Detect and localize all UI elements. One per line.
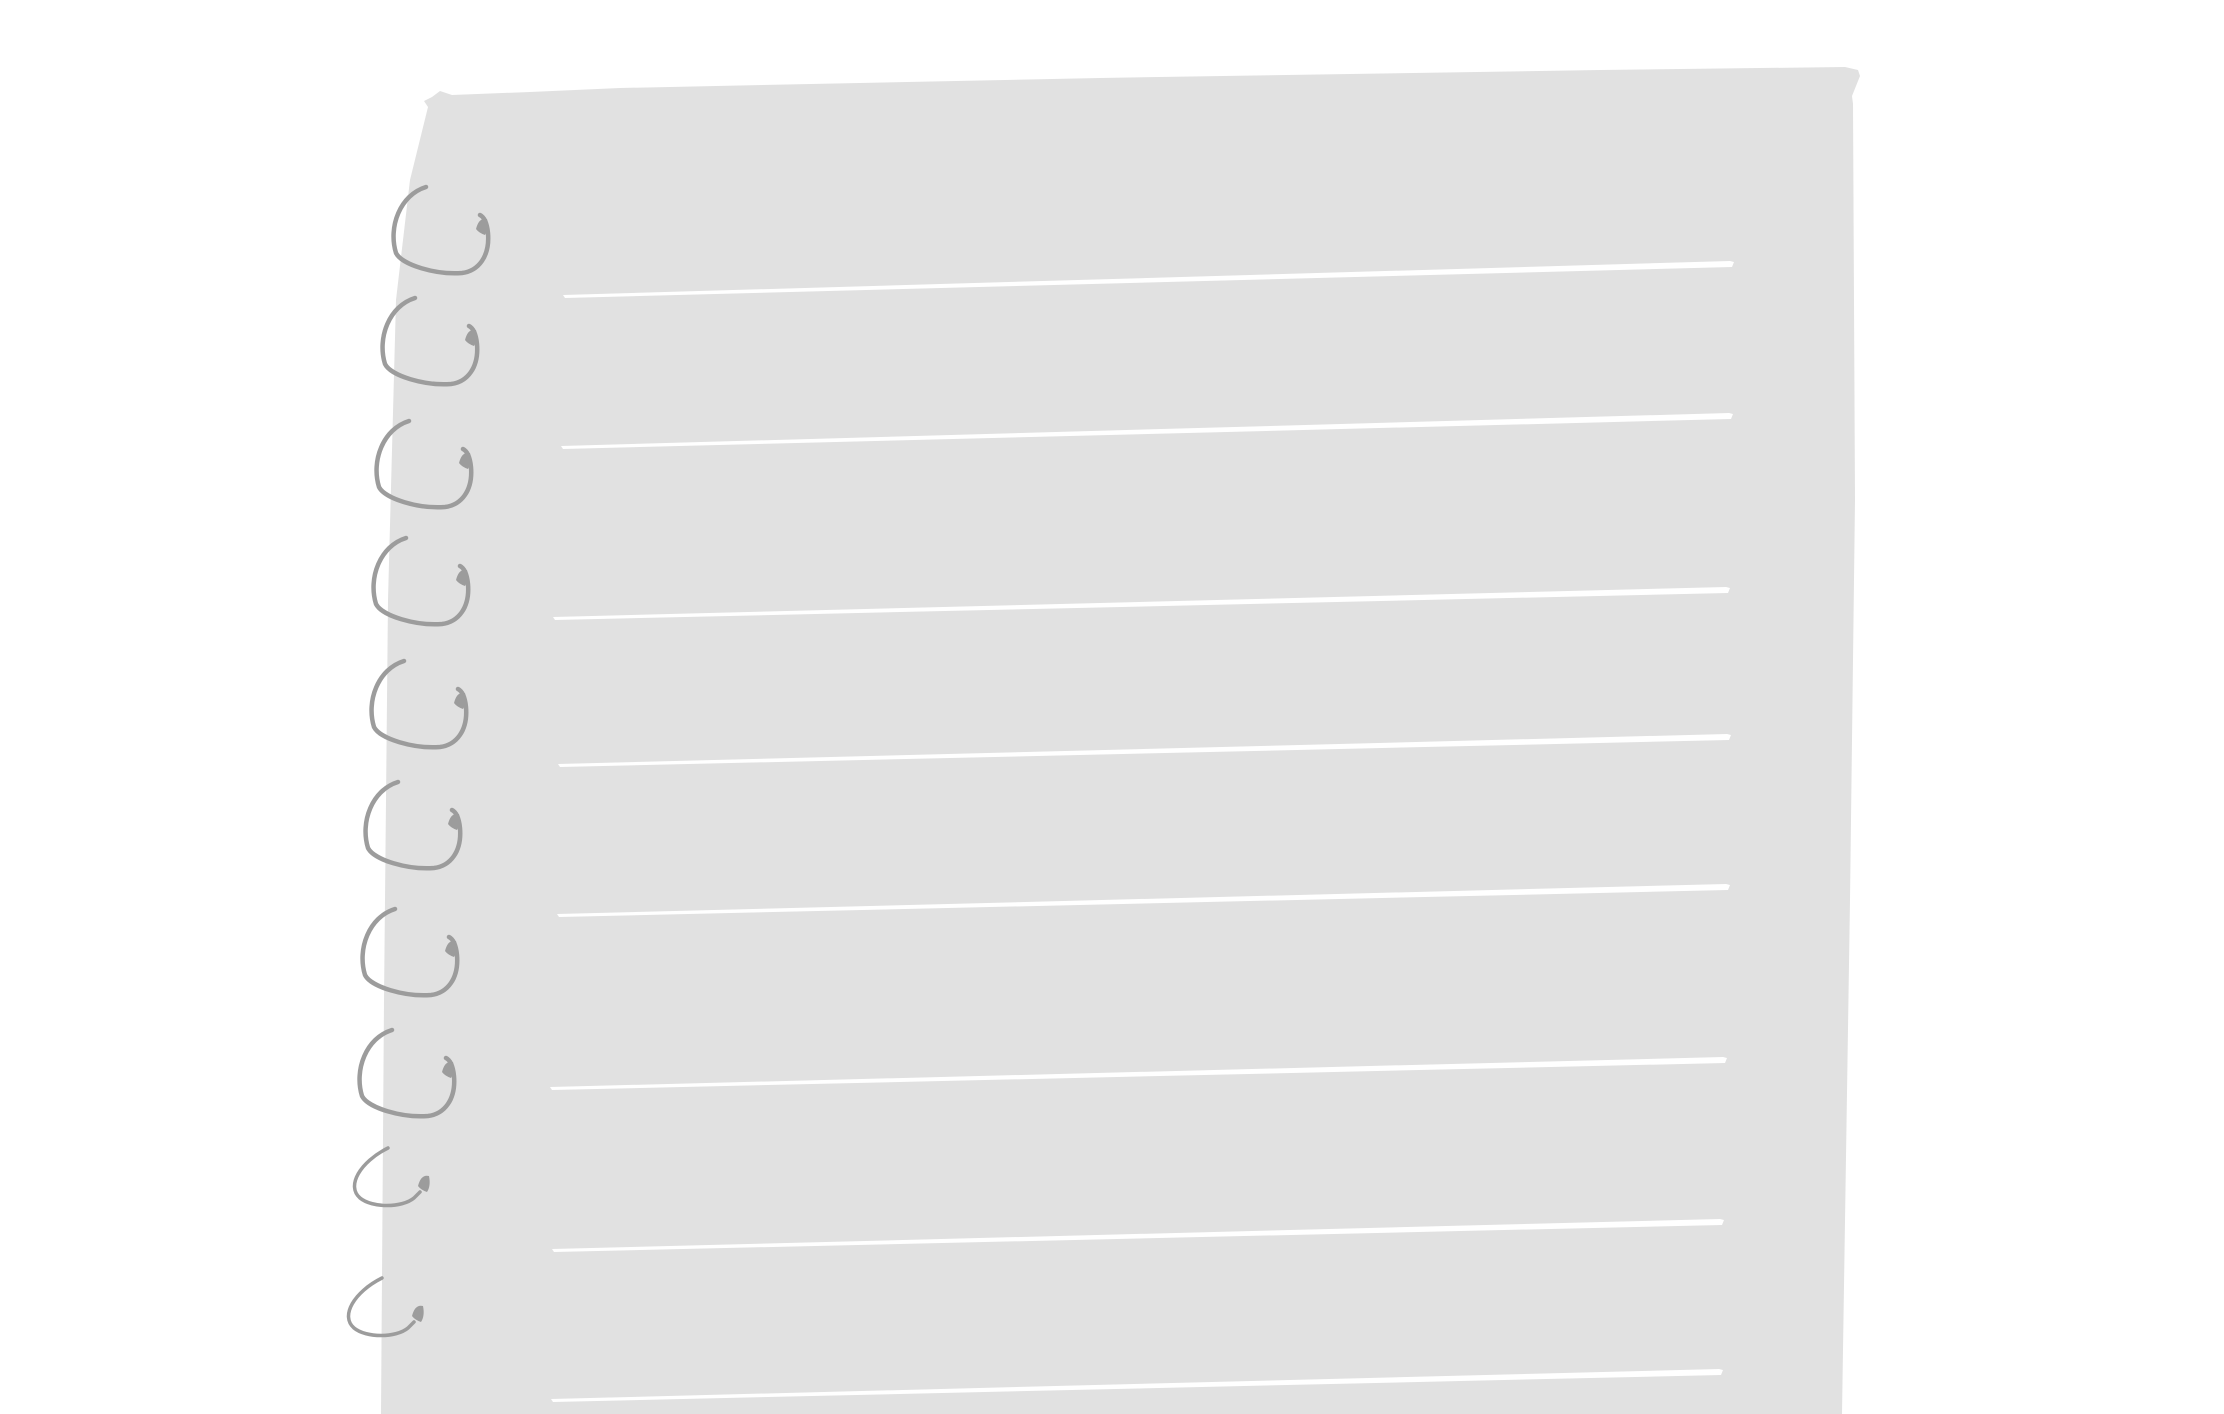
notepad-scene xyxy=(0,0,2224,1414)
spiral-notepad xyxy=(346,67,1860,1414)
